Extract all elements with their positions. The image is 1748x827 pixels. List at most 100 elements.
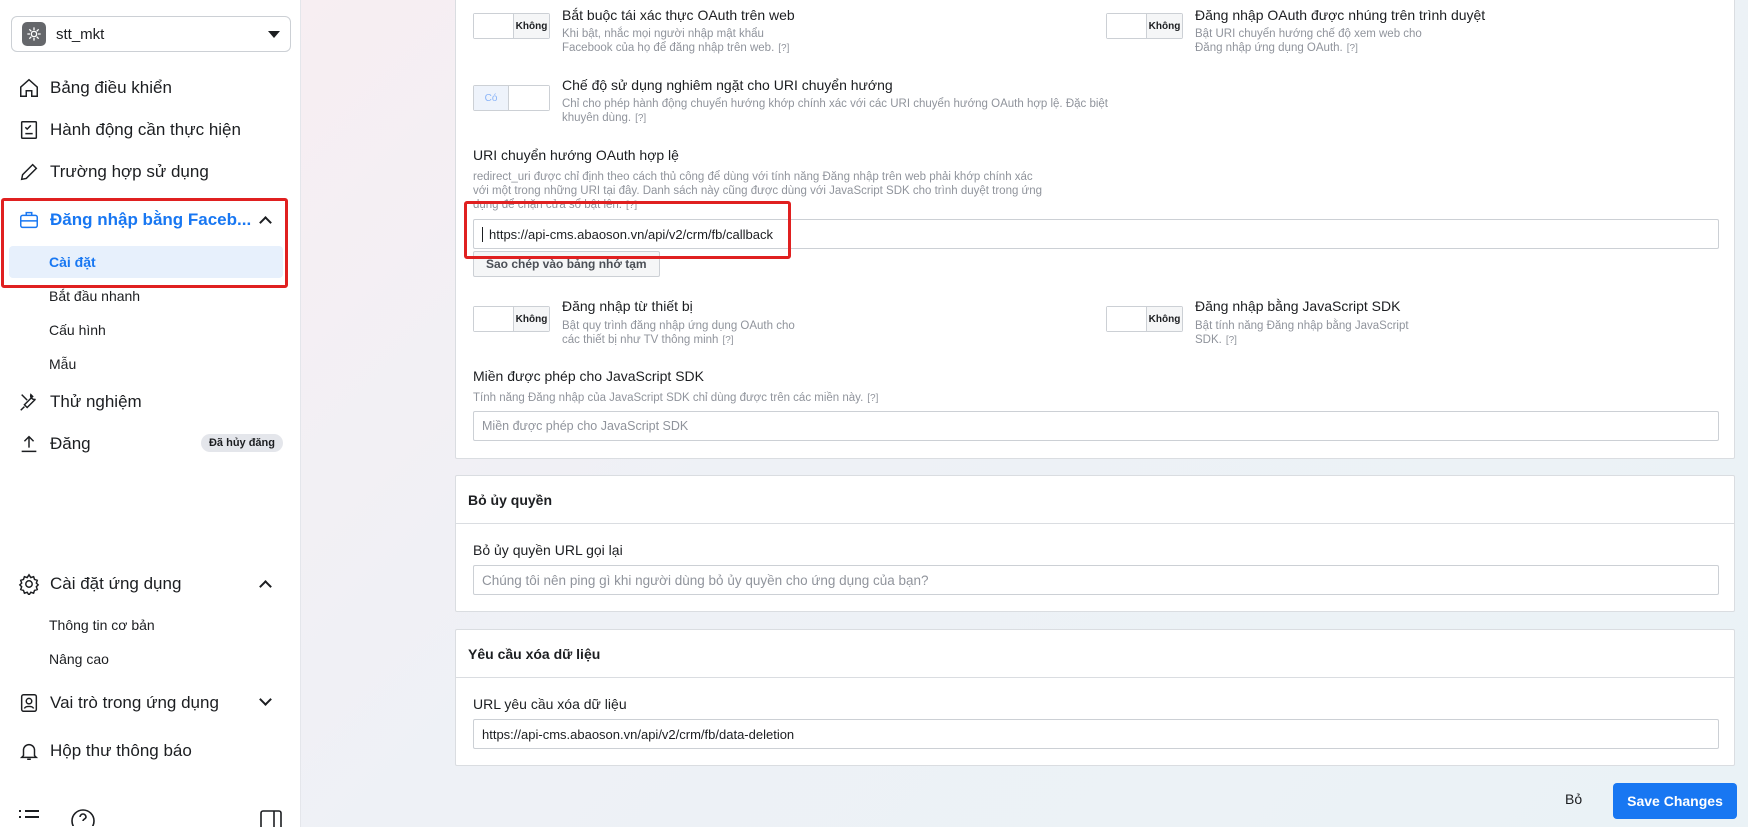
help-link[interactable]: [?] [626,200,637,211]
nav-actions-label: Hành động cần thực hiện [50,120,241,139]
nav-app-settings[interactable]: Cài đặt ứng dụng [0,564,300,604]
jssdk-desc-line2: SDK. [1195,334,1222,346]
collapse-sidebar-icon[interactable] [260,810,282,827]
nav-publish-label: Đăng [50,434,91,453]
help-link[interactable]: [?] [722,335,733,346]
nav-facebook-login[interactable]: Đăng nhập bằng Faceb... [0,200,300,240]
device-login-toggle[interactable]: Không [473,306,550,332]
nav-use-cases-label: Trường hợp sử dụng [50,162,209,181]
sub-item-settings[interactable]: Cài đặt [9,246,283,278]
tools-icon [17,390,41,414]
data-deletion-url-input[interactable]: https://api-cms.abaoson.vn/api/v2/crm/fb… [473,719,1719,749]
toggle-knob [1107,307,1147,331]
user-badge-icon [17,691,41,715]
sub-item-quickstart[interactable]: Bắt đầu nhanh [9,280,283,312]
allowed-domains-desc-text: Tính năng Đăng nhập của JavaScript SDK c… [473,392,864,404]
strict-mode-toggle[interactable]: Có [473,85,550,111]
sub-item-advanced[interactable]: Nâng cao [9,643,283,675]
copy-to-clipboard-button[interactable]: Sao chép vào bảng nhớ tạm [473,251,660,277]
sidebar-footer [18,808,96,826]
help-link[interactable]: [?] [1347,43,1358,54]
nav-dashboard[interactable]: Bảng điều khiển [0,68,300,108]
nav-app-roles-label: Vai trò trong ứng dụng [50,693,219,712]
nav-publish[interactable]: Đăng Đã hủy đăng [0,424,300,464]
help-icon[interactable] [70,808,96,826]
help-link[interactable]: [?] [635,113,646,124]
toggle-state-label: Không [514,307,549,331]
nav-use-cases[interactable]: Trường hợp sử dụng [0,152,300,192]
jssdk-title: Đăng nhập bằng JavaScript SDK [1195,298,1401,314]
strict-desc-line1: Chỉ cho phép hành động chuyển hướng khớp… [562,98,1109,110]
help-link[interactable]: [?] [1226,335,1237,346]
allowed-domains-input[interactable]: Miền được phép cho JavaScript SDK [473,411,1719,441]
embedded-desc: Bật URI chuyển hướng chế độ xem web cho … [1195,27,1422,56]
upload-icon [17,432,41,456]
redirect-desc-line1: redirect_uri được chỉ định theo cách thủ… [473,171,1033,183]
status-badge: Đã hủy đăng [200,434,283,452]
chevron-up-icon[interactable] [259,216,272,229]
bell-icon [17,739,41,763]
reauth-title: Bắt buộc tái xác thực OAuth trên web [562,7,795,23]
strict-desc-line2: khuyên dùng. [562,112,632,124]
toggle-state-label: Có [474,86,509,110]
reauth-desc-line1: Khi bật, nhắc mọi người nhập mật khẩu [562,28,764,40]
embedded-desc-line1: Bật URI chuyển hướng chế độ xem web cho [1195,28,1422,40]
chevron-up-icon[interactable] [259,580,272,593]
deauthorize-card: Bỏ ủy quyền Bỏ ủy quyền URL gọi lại Chún… [455,475,1735,612]
device-title: Đăng nhập từ thiết bị [562,298,693,314]
device-desc: Bật quy trình đăng nhập ứng dụng OAuth c… [562,319,795,348]
jssdk-desc: Bật tính năng Đăng nhập bằng JavaScript … [1195,319,1409,348]
app-name: stt_mkt [56,25,105,43]
redirect-desc-line3: dụng để chặn cửa sổ bật lên. [473,199,623,211]
allowed-domains-label: Miền được phép cho JavaScript SDK [473,368,704,384]
help-link[interactable]: [?] [778,43,789,54]
nav-facebook-login-label: Đăng nhập bằng Faceb... [50,210,252,229]
allowed-domains-desc: Tính năng Đăng nhập của JavaScript SDK c… [473,391,878,406]
toggle-knob [474,14,514,38]
embedded-browser-toggle[interactable]: Không [1106,13,1183,39]
embedded-desc-line2: Đăng nhập ứng dụng OAuth. [1195,42,1343,54]
redirect-uri-input[interactable]: https://api-cms.abaoson.vn/api/v2/crm/fb… [473,219,1719,249]
main-content: Không Bắt buộc tái xác thực OAuth trên w… [301,0,1748,827]
strict-title: Chế độ sử dụng nghiêm ngặt cho URI chuyể… [562,77,893,93]
sub-item-configuration[interactable]: Cấu hình [9,314,283,346]
home-icon [17,76,41,100]
toggle-state-label: Không [1147,307,1182,331]
discard-button[interactable]: Bỏ [1565,791,1582,807]
toggle-state-label: Không [514,14,549,38]
strict-desc: Chỉ cho phép hành động chuyển hướng khớp… [562,97,1108,126]
help-link[interactable]: [?] [867,393,878,404]
redirect-uri-tag[interactable]: https://api-cms.abaoson.vn/api/v2/crm/fb… [482,226,773,242]
data-deletion-url-label: URL yêu cầu xóa dữ liệu [473,696,627,712]
device-desc-line2: các thiết bị như TV thông minh [562,334,719,346]
deauthorize-callback-input[interactable]: Chúng tôi nên ping gì khi người dùng bỏ … [473,565,1719,595]
chevron-down-icon[interactable] [259,693,272,706]
redirect-uri-label: URI chuyển hướng OAuth hợp lệ [473,147,679,163]
jssdk-login-toggle[interactable]: Không [1106,306,1183,332]
reauth-desc-line2: Facebook của họ để đăng nhập trên web. [562,42,775,54]
reauth-desc: Khi bật, nhắc mọi người nhập mật khẩu Fa… [562,27,789,56]
app-selector[interactable]: stt_mkt [11,16,291,52]
nav-inbox[interactable]: Hộp thư thông báo [0,731,300,771]
sub-item-templates[interactable]: Mẫu [9,348,283,380]
nav-actions[interactable]: Hành động cần thực hiện [0,110,300,150]
pencil-icon [17,160,41,184]
data-deletion-card: Yêu cầu xóa dữ liệu URL yêu cầu xóa dữ l… [455,629,1735,766]
save-changes-button[interactable]: Save Changes [1613,783,1737,819]
client-oauth-settings-card: Không Bắt buộc tái xác thực OAuth trên w… [455,0,1735,459]
briefcase-icon [17,208,41,232]
jssdk-desc-line1: Bật tính năng Đăng nhập bằng JavaScript [1195,320,1409,332]
nav-dashboard-label: Bảng điều khiển [50,78,172,97]
nav-app-roles[interactable]: Vai trò trong ứng dụng [0,683,300,723]
data-deletion-header: Yêu cầu xóa dữ liệu [456,630,1734,678]
toggle-state-label: Không [1147,14,1182,38]
deauthorize-header: Bỏ ủy quyền [456,476,1734,524]
sidebar: stt_mkt Bảng điều khiển Hành động cần th… [0,0,301,827]
toggle-knob [474,307,514,331]
nav-testing[interactable]: Thử nghiệm [0,382,300,422]
list-icon[interactable] [18,808,40,826]
sub-item-basic-info[interactable]: Thông tin cơ bản [9,609,283,641]
toggle-knob [509,86,549,110]
reauth-toggle[interactable]: Không [473,13,550,39]
chevron-down-icon [268,30,280,38]
